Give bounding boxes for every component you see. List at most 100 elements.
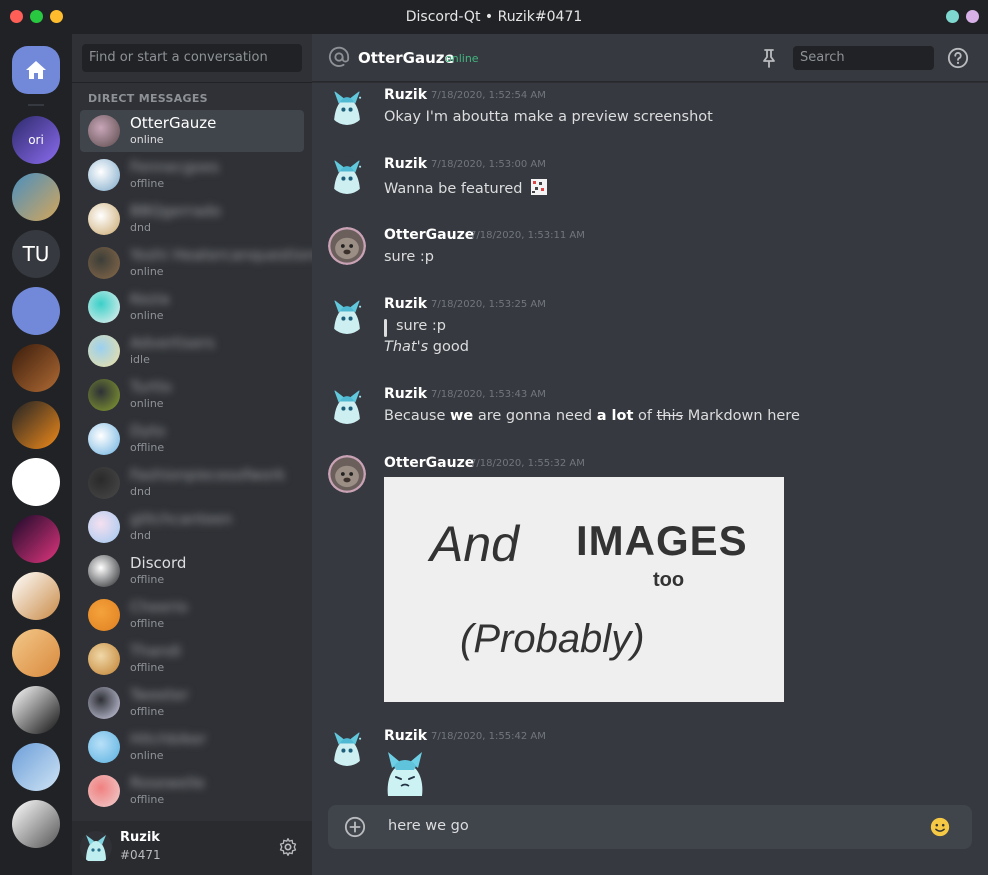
avatar[interactable]	[328, 227, 366, 265]
maximize-window-button[interactable]	[30, 10, 43, 23]
window-extra-button-2[interactable]	[966, 10, 979, 23]
sticker-image[interactable]	[384, 750, 426, 796]
avatar[interactable]	[328, 728, 366, 766]
chat-recipient-status: online	[445, 52, 479, 65]
dm-name: Dyto	[130, 422, 166, 440]
dm-item[interactable]: Kezia online	[80, 286, 304, 328]
guild-black[interactable]	[12, 686, 60, 734]
dm-item[interactable]: Cheerio offline	[80, 594, 304, 636]
message-text-content: of	[633, 408, 657, 424]
settings-gear-icon[interactable]	[278, 837, 298, 857]
guild-eevee[interactable]	[12, 572, 60, 620]
guild-coast[interactable]	[12, 173, 60, 221]
avatar	[88, 115, 120, 147]
home-icon	[26, 61, 46, 79]
message-author[interactable]: Ruzik	[384, 728, 427, 744]
dm-search-input[interactable]: Find or start a conversation	[82, 44, 302, 72]
guild-xkcd[interactable]	[12, 458, 60, 506]
pin-icon[interactable]	[760, 48, 778, 68]
guild-ori[interactable]: ori	[12, 116, 60, 164]
avatar[interactable]	[328, 455, 366, 493]
chat-header: OtterGauze online Search	[312, 34, 988, 82]
avatar[interactable]	[328, 386, 366, 424]
message-author[interactable]: Ruzik	[384, 156, 427, 172]
dm-item[interactable]: Discord offline	[80, 550, 304, 592]
window-extra-button-1[interactable]	[946, 10, 959, 23]
dm-item[interactable]: glitchcanteen dnd	[80, 506, 304, 548]
dm-name: glitchcanteen	[130, 510, 233, 528]
dm-status: offline	[130, 617, 165, 630]
image-text-and: And	[430, 516, 519, 572]
dm-item[interactable]: OtterGauze online	[80, 110, 304, 152]
dm-item[interactable]: Dyto offline	[80, 418, 304, 460]
dm-status: idle	[130, 353, 150, 366]
user-panel: Ruzik #0471	[72, 821, 312, 875]
close-window-button[interactable]	[10, 10, 23, 23]
home-button[interactable]	[12, 46, 60, 94]
message-author[interactable]: Ruzik	[384, 87, 427, 103]
message-author[interactable]: Ruzik	[384, 386, 427, 402]
avatar[interactable]	[80, 831, 112, 863]
emoji-picker-icon[interactable]	[929, 816, 951, 838]
message-author[interactable]: OtterGauze	[384, 455, 474, 471]
dm-item[interactable]: Rosewelle offline	[80, 770, 304, 812]
minimize-window-button[interactable]	[50, 10, 63, 23]
add-attachment-icon[interactable]	[344, 816, 366, 838]
avatar	[88, 379, 120, 411]
avatar[interactable]	[328, 296, 366, 334]
avatar	[88, 599, 120, 631]
dm-item[interactable]: Fennecgoes offline	[80, 154, 304, 196]
dm-status: dnd	[130, 485, 151, 498]
avatar	[88, 291, 120, 323]
message-input[interactable]: here we go	[388, 818, 469, 834]
avatar	[88, 511, 120, 543]
guild-separator	[28, 104, 44, 106]
image-attachment[interactable]: And IMAGES too (Probably)	[384, 477, 784, 702]
message-bold: we	[450, 408, 474, 424]
avatar	[88, 467, 120, 499]
avatar	[88, 247, 120, 279]
dm-name: Rosewelle	[130, 774, 206, 792]
guild-label: ori	[28, 133, 44, 147]
guild-coffee[interactable]	[12, 344, 60, 392]
dm-item[interactable]: Turtlo online	[80, 374, 304, 416]
guild-label: TU	[22, 242, 50, 266]
guild-ghost[interactable]	[12, 743, 60, 791]
window-extra-controls	[946, 10, 979, 23]
message-text-content: Wanna be featured	[384, 181, 523, 197]
guild-linux[interactable]	[12, 287, 60, 335]
dm-status: online	[130, 397, 164, 410]
dm-item[interactable]: Tweeter offline	[80, 682, 304, 724]
message-author[interactable]: Ruzik	[384, 296, 427, 312]
dm-item[interactable]: Hitchbiker online	[80, 726, 304, 768]
message-text: Okay I'm aboutta make a preview screensh…	[384, 109, 713, 125]
message-composer[interactable]: here we go	[328, 805, 972, 849]
guild-list: ori TU	[0, 34, 72, 875]
title-bar: Discord-Qt • Ruzik#0471	[0, 0, 988, 34]
message-author[interactable]: OtterGauze	[384, 227, 474, 243]
message-timestamp: 7/18/2020, 1:53:43 AM	[431, 389, 546, 400]
chat-search-input[interactable]: Search	[793, 46, 934, 70]
dm-status: online	[130, 265, 164, 278]
dm-item[interactable]: BBQgerrado dnd	[80, 198, 304, 240]
message-timestamp: 7/18/2020, 1:53:25 AM	[431, 299, 546, 310]
guild-cat[interactable]	[12, 629, 60, 677]
avatar[interactable]	[328, 87, 366, 125]
guild-rocket[interactable]	[12, 515, 60, 563]
message-timestamp: 7/18/2020, 1:55:32 AM	[470, 458, 585, 469]
guild-zebra[interactable]	[12, 800, 60, 848]
avatar	[88, 775, 120, 807]
image-text-images: IMAGES	[576, 517, 748, 564]
guild-tu[interactable]: TU	[12, 230, 60, 278]
guild-bird[interactable]	[12, 401, 60, 449]
dm-status: online	[130, 309, 164, 322]
dm-name: OtterGauze	[130, 114, 217, 132]
dm-item[interactable]: Fashionpiecesofwork dnd	[80, 462, 304, 504]
dm-name: Advertisers	[130, 334, 215, 352]
dm-item[interactable]: Yoshi Heatercanquestions online	[80, 242, 323, 284]
username: Ruzik	[120, 830, 160, 845]
dm-item[interactable]: Thandi offline	[80, 638, 304, 680]
dm-item[interactable]: Advertisers idle	[80, 330, 304, 372]
avatar[interactable]	[328, 156, 366, 194]
help-icon[interactable]	[947, 47, 969, 69]
